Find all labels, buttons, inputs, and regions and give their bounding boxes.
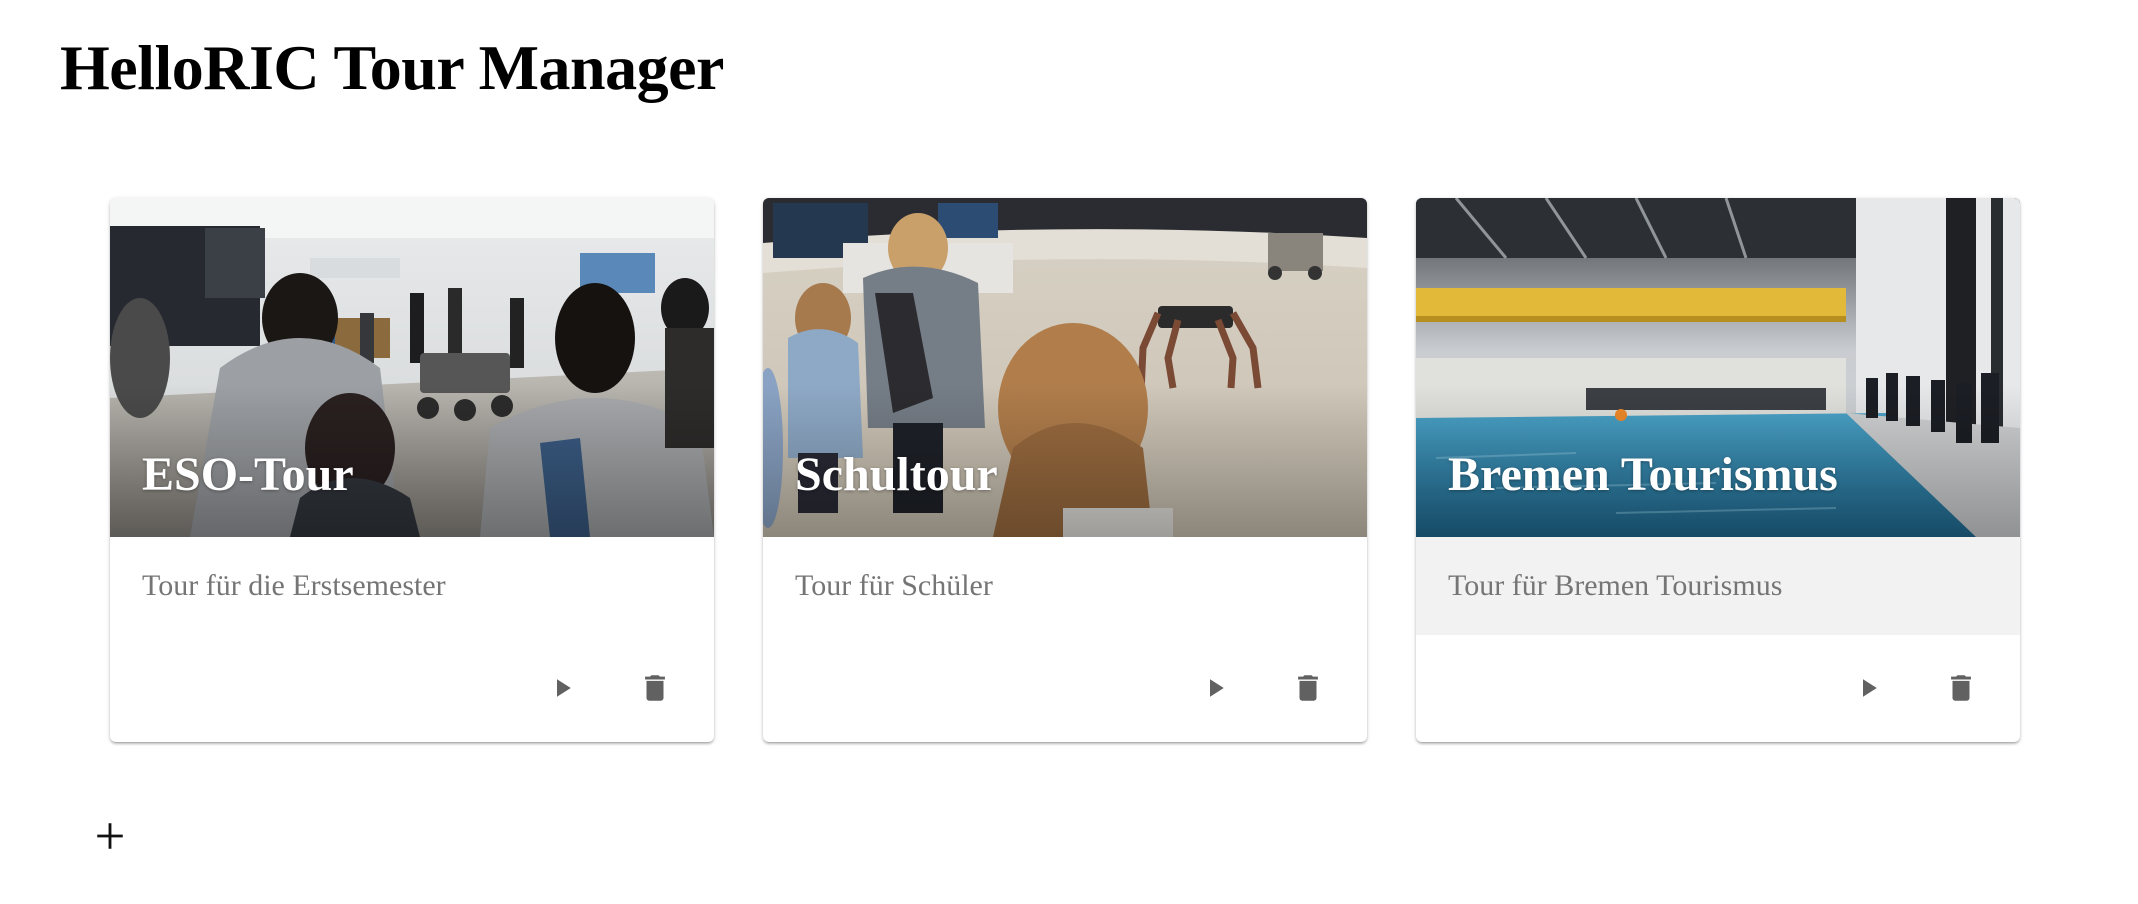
tour-title: Bremen Tourismus [1448,448,1838,501]
tour-description: Tour für die Erstsemester [142,569,446,602]
tour-card-image[interactable]: Schultour [763,198,1367,537]
tour-card-image[interactable]: Bremen Tourismus [1416,198,2020,537]
play-icon [557,679,571,697]
play-button[interactable] [1840,660,1896,716]
trash-icon [1298,675,1318,701]
card-actions [110,635,714,742]
card-actions [1416,635,2020,742]
play-button[interactable] [1187,660,1243,716]
card-actions [763,635,1367,742]
tour-title: Schultour [795,448,998,501]
tour-description: Tour für Bremen Tourismus [1416,537,2020,635]
add-tour-button[interactable] [86,812,134,860]
delete-button[interactable] [1933,660,1989,716]
page-title: HelloRIC Tour Manager [60,32,724,103]
tour-description: Tour für Schüler [795,569,993,602]
delete-button[interactable] [1280,660,1336,716]
trash-icon [1951,675,1971,701]
tour-card-bremen-tourismus[interactable]: Bremen Tourismus Tour für Bremen Tourism… [1416,198,2020,742]
delete-button[interactable] [627,660,683,716]
tour-title: ESO-Tour [142,448,354,501]
tour-card-image[interactable]: ESO-Tour [110,198,714,537]
tour-card-schultour[interactable]: Schultour Tour für Schüler [763,198,1367,742]
play-icon [1863,679,1877,697]
play-button[interactable] [534,660,590,716]
plus-icon [97,823,123,849]
trash-icon [645,675,665,701]
play-icon [1210,679,1224,697]
tour-card-list: ESO-Tour Tour für die Erstsemester Schul… [110,198,2020,742]
tour-card-eso-tour[interactable]: ESO-Tour Tour für die Erstsemester [110,198,714,742]
